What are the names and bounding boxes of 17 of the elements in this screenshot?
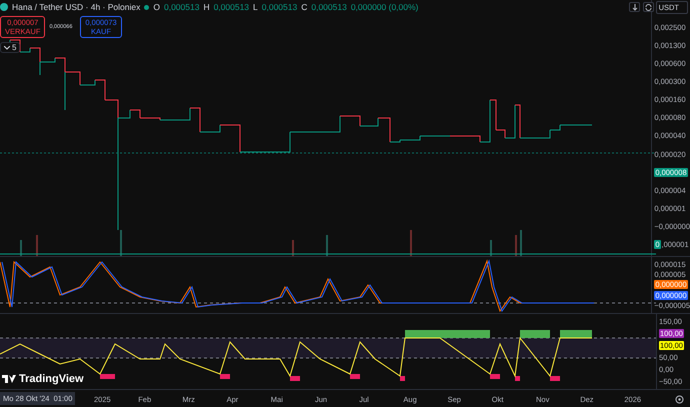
ohlc-label: H xyxy=(203,2,210,12)
indicators-toggle[interactable]: 5 xyxy=(0,42,20,53)
ohlc-label: C xyxy=(301,2,308,12)
settings-icon[interactable] xyxy=(675,394,684,404)
refresh-icon[interactable] xyxy=(643,2,654,12)
ohlc-value: 0,000513 xyxy=(262,2,298,12)
symbol-title[interactable]: Hana / Tether USD · 4h · Poloniex xyxy=(12,2,140,12)
ohlc-value: 0,000513 xyxy=(311,2,347,12)
ohlc-value: 0,000513 xyxy=(164,2,200,12)
ohlc-label: O xyxy=(153,2,160,12)
ohlc-label: L xyxy=(253,2,258,12)
brand-logo: TradingView xyxy=(2,373,84,385)
chevron-icon xyxy=(4,46,10,50)
coin-icon xyxy=(0,3,8,11)
download-icon[interactable] xyxy=(629,2,640,12)
ohlc-value: 0,000513 xyxy=(214,2,250,12)
change-value: 0,000000 (0,00%) xyxy=(350,2,418,12)
